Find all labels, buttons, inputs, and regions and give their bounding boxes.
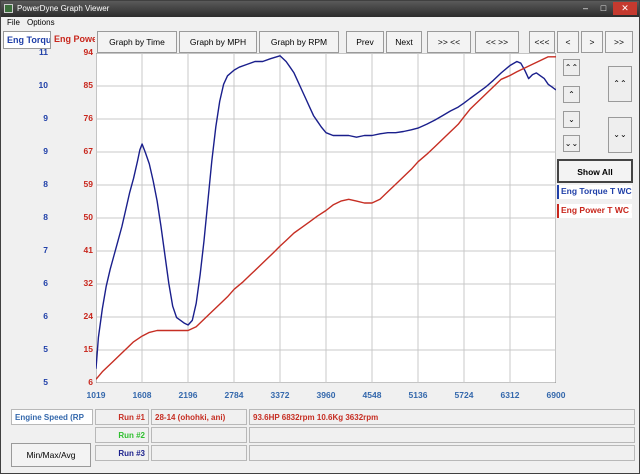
power-scale-up-button[interactable]: ⌃⌃ xyxy=(608,66,632,102)
chevron-up-icon: ⌃ xyxy=(568,90,575,99)
x-tick-label: 6312 xyxy=(500,390,520,400)
x-tick-label: 1608 xyxy=(132,390,152,400)
scroll-left-button[interactable]: < xyxy=(557,31,579,53)
x-tick-label: 2196 xyxy=(178,390,198,400)
run-3-label: Run #3 xyxy=(95,445,149,461)
app-icon xyxy=(4,4,13,13)
next-button[interactable]: Next xyxy=(386,31,422,53)
power-tick-label: 76 xyxy=(83,113,93,123)
torque-tick-label: 5 xyxy=(43,344,48,354)
double-chevron-down-icon: ⌄⌄ xyxy=(613,130,627,139)
x-tick-label: 6900 xyxy=(546,390,566,400)
x-tick-label: 3960 xyxy=(316,390,336,400)
x-tick-label: 5136 xyxy=(408,390,428,400)
run-2-label: Run #2 xyxy=(95,427,149,443)
scroll-end-button[interactable]: >> xyxy=(605,31,633,53)
minimize-button[interactable]: – xyxy=(577,2,594,15)
x-tick-label: 1019 xyxy=(86,390,106,400)
graph-by-rpm-button[interactable]: Graph by RPM xyxy=(259,31,339,53)
chevron-down-icon: ⌄ xyxy=(568,115,575,124)
torque-tick-label: 5 xyxy=(43,377,48,387)
x-tick-label: 5724 xyxy=(454,390,474,400)
double-chevron-up-icon: ⌃⌃ xyxy=(564,63,579,72)
torque-scale-down-button[interactable]: ⌄ xyxy=(563,111,580,128)
app-window: PowerDyne Graph Viewer – □ ✕ File Option… xyxy=(0,0,640,474)
torque-tick-label: 6 xyxy=(43,311,48,321)
torque-scale-down-double-button[interactable]: ⌄⌄ xyxy=(563,135,580,152)
menu-options[interactable]: Options xyxy=(27,18,55,27)
power-tick-label: 50 xyxy=(83,212,93,222)
show-all-button[interactable]: Show All xyxy=(557,159,633,183)
graph-by-time-button[interactable]: Graph by Time xyxy=(97,31,177,53)
run-2-summary xyxy=(249,427,635,443)
menu-bar: File Options xyxy=(1,17,639,29)
close-button[interactable]: ✕ xyxy=(613,2,637,15)
x-tick-label: 3372 xyxy=(270,390,290,400)
scroll-right-button[interactable]: > xyxy=(581,31,603,53)
torque-scale-up-double-button[interactable]: ⌃⌃ xyxy=(563,59,580,76)
run-3-summary xyxy=(249,445,635,461)
axis-selector[interactable]: Engine Speed (RP xyxy=(11,409,93,425)
power-axis-labels: 94 85 76 67 59 50 41 32 24 15 6 xyxy=(53,47,95,391)
torque-tick-label: 7 xyxy=(43,245,48,255)
double-chevron-down-icon: ⌄⌄ xyxy=(564,139,579,148)
torque-tick-label: 11 xyxy=(39,47,48,57)
run-3-name[interactable] xyxy=(151,445,247,461)
power-tick-label: 67 xyxy=(83,146,93,156)
scroll-start-button[interactable]: <<< xyxy=(529,31,555,53)
power-tick-label: 94 xyxy=(83,47,93,57)
maximize-button[interactable]: □ xyxy=(595,2,612,15)
graph-by-mph-button[interactable]: Graph by MPH xyxy=(179,31,257,53)
run-2-name[interactable] xyxy=(151,427,247,443)
x-axis-labels: 1019 1608 2196 2784 3372 3960 4548 5136 5724 6312… xyxy=(1,390,639,404)
double-chevron-up-icon: ⌃⌃ xyxy=(613,79,627,88)
torque-scale-up-button[interactable]: ⌃ xyxy=(563,86,580,103)
run-1-label: Run #1 xyxy=(95,409,149,425)
run-1-name[interactable]: 28-14 (ohohki, ani) xyxy=(151,409,247,425)
window-title: PowerDyne Graph Viewer xyxy=(17,4,110,13)
x-tick-label: 2784 xyxy=(224,390,244,400)
power-tick-label: 24 xyxy=(83,311,93,321)
power-tick-label: 15 xyxy=(83,344,93,354)
power-tick-label: 85 xyxy=(83,80,93,90)
menu-file[interactable]: File xyxy=(7,18,20,27)
torque-tick-label: 8 xyxy=(43,212,48,222)
torque-tick-label: 8 xyxy=(43,179,48,189)
min-max-avg-button[interactable]: Min/Max/Avg xyxy=(11,443,91,467)
torque-tick-label: 9 xyxy=(43,146,48,156)
legend-eng-power[interactable]: Eng Power T WC i xyxy=(557,204,632,218)
run-1-summary: 93.6HP 6832rpm 10.6Kg 3632rpm xyxy=(249,409,635,425)
power-tick-label: 41 xyxy=(83,245,93,255)
power-tick-label: 59 xyxy=(83,179,93,189)
power-tick-label: 6 xyxy=(88,377,93,387)
title-bar: PowerDyne Graph Viewer – □ ✕ xyxy=(1,1,639,17)
graph-plot[interactable] xyxy=(96,53,556,383)
x-tick-label: 4548 xyxy=(362,390,382,400)
torque-tick-label: 10 xyxy=(38,80,48,90)
zoom-in-button[interactable]: >> << xyxy=(427,31,471,53)
power-scale-down-button[interactable]: ⌄⌄ xyxy=(608,117,632,153)
zoom-out-button[interactable]: << >> xyxy=(475,31,519,53)
torque-tick-label: 9 xyxy=(43,113,48,123)
legend-eng-torque[interactable]: Eng Torque T WC xyxy=(557,185,632,199)
torque-tick-label: 6 xyxy=(43,278,48,288)
torque-axis-labels: 11 10 9 9 8 8 7 6 6 5 5 xyxy=(3,47,51,391)
power-tick-label: 32 xyxy=(83,278,93,288)
prev-button[interactable]: Prev xyxy=(346,31,384,53)
